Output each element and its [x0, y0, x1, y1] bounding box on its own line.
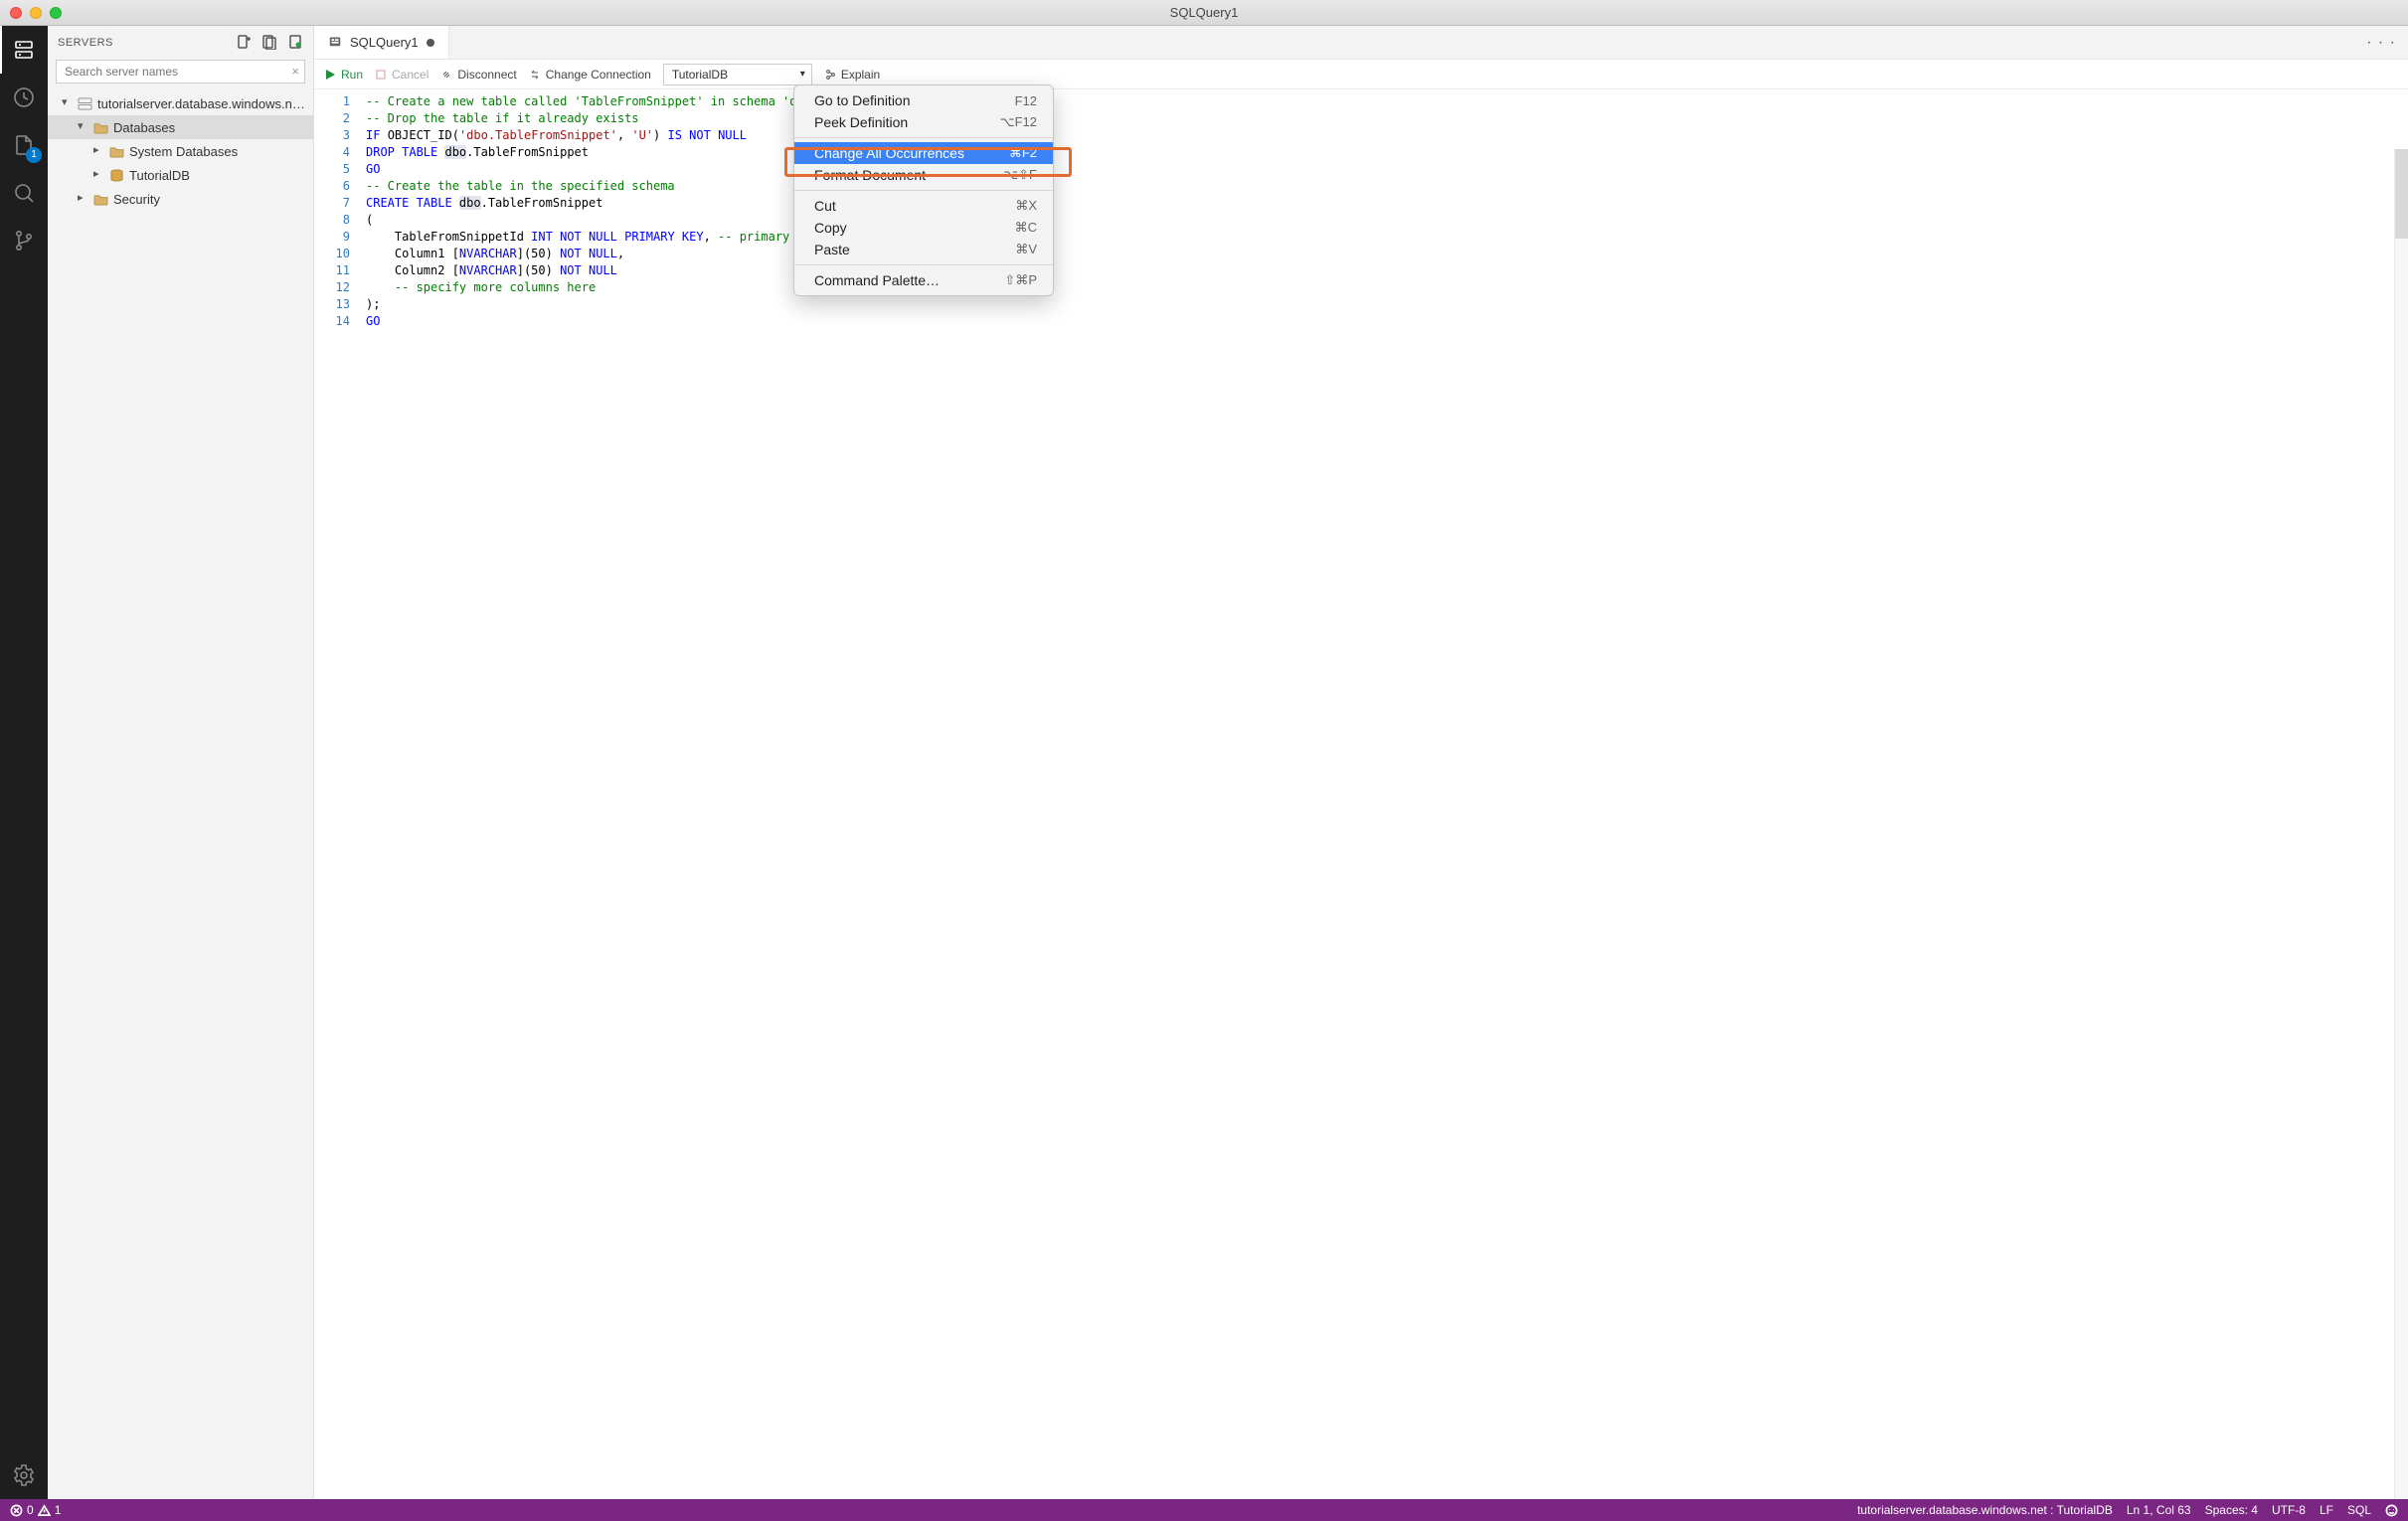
tree-security-node[interactable]: Security — [48, 187, 313, 211]
status-eol[interactable]: LF — [2320, 1503, 2333, 1517]
git-branch-icon — [12, 229, 36, 253]
code-content[interactable]: -- Create a new table called 'TableFromS… — [362, 89, 2408, 1499]
line-gutter: 1 2 3 4 5 6 7 8 9 10 11 12 13 14 — [314, 89, 362, 1499]
search-icon — [12, 181, 36, 205]
minimize-window-button[interactable] — [30, 7, 42, 19]
menu-separator — [794, 137, 1053, 138]
new-server-group-button[interactable] — [261, 34, 277, 53]
status-indentation[interactable]: Spaces: 4 — [2205, 1503, 2258, 1517]
stop-icon — [375, 69, 387, 81]
server-search: × — [56, 60, 305, 84]
menu-cut[interactable]: Cut⌘X — [794, 195, 1053, 217]
folder-icon — [108, 144, 124, 158]
disconnect-button[interactable]: Disconnect — [440, 68, 516, 82]
status-cursor-position[interactable]: Ln 1, Col 63 — [2127, 1503, 2191, 1517]
status-problems[interactable]: 0 1 — [10, 1503, 61, 1517]
scroll-thumb[interactable] — [2395, 149, 2408, 239]
activity-source-control-button[interactable] — [0, 217, 48, 264]
status-language[interactable]: SQL — [2347, 1503, 2371, 1517]
cancel-button: Cancel — [375, 68, 429, 82]
tab-label: SQLQuery1 — [350, 35, 419, 50]
tree-label: Databases — [113, 120, 175, 135]
tree-system-databases-node[interactable]: System Databases — [48, 139, 313, 163]
code-editor[interactable]: 1 2 3 4 5 6 7 8 9 10 11 12 13 14 -- Crea… — [314, 89, 2408, 1499]
server-tree: tutorialserver.database.windows.n… Datab… — [48, 89, 313, 213]
tree-server-node[interactable]: tutorialserver.database.windows.n… — [48, 91, 313, 115]
clock-icon — [12, 85, 36, 109]
title-bar: SQLQuery1 — [0, 0, 2408, 26]
caret-down-icon: ▾ — [800, 69, 805, 80]
editor-overflow-button[interactable]: · · · — [2354, 26, 2408, 59]
tree-label: tutorialserver.database.windows.n… — [97, 96, 305, 111]
activity-bar: 1 — [0, 26, 48, 1499]
window-title: SQLQuery1 — [0, 5, 2408, 20]
server-search-input[interactable] — [56, 60, 305, 84]
tree-label: TutorialDB — [129, 168, 190, 183]
tab-bar: SQLQuery1 · · · — [314, 26, 2408, 60]
run-button[interactable]: Run — [324, 68, 363, 82]
database-select[interactable]: TutorialDB ▾ — [663, 64, 812, 85]
editor-scrollbar[interactable] — [2394, 149, 2408, 1499]
activity-settings-button[interactable] — [0, 1451, 48, 1499]
server-icon — [12, 38, 36, 62]
change-connection-button[interactable]: Change Connection — [529, 68, 651, 82]
explain-icon — [824, 69, 836, 81]
tree-label: System Databases — [129, 144, 238, 159]
menu-command-palette[interactable]: Command Palette…⇧⌘P — [794, 269, 1053, 291]
warning-icon — [38, 1504, 51, 1517]
tab-dirty-indicator — [427, 39, 434, 47]
menu-format-document[interactable]: Format Document⌥⇧F — [794, 164, 1053, 186]
menu-separator — [794, 264, 1053, 265]
editor-context-menu: Go to DefinitionF12 Peek Definition⌥F12 … — [793, 84, 1054, 296]
servers-sidebar: SERVERS × tutorialserver.database.window… — [48, 26, 314, 1499]
menu-copy[interactable]: Copy⌘C — [794, 217, 1053, 239]
database-select-value: TutorialDB — [672, 68, 728, 82]
folder-icon — [92, 120, 108, 134]
tree-label: Security — [113, 192, 160, 207]
show-connections-button[interactable] — [287, 34, 303, 53]
tree-databases-node[interactable]: Databases — [48, 115, 313, 139]
menu-go-to-definition[interactable]: Go to DefinitionF12 — [794, 89, 1053, 111]
play-icon — [324, 69, 336, 81]
disconnect-icon — [440, 69, 452, 81]
sidebar-title: SERVERS — [58, 37, 113, 49]
activity-task-history-button[interactable] — [0, 74, 48, 121]
menu-separator — [794, 190, 1053, 191]
zoom-window-button[interactable] — [50, 7, 62, 19]
editor-tab-sqlquery1[interactable]: SQLQuery1 — [314, 26, 449, 59]
activity-explorer-button[interactable]: 1 — [0, 121, 48, 169]
error-icon — [10, 1504, 23, 1517]
smiley-icon — [2385, 1504, 2398, 1517]
status-feedback-button[interactable] — [2385, 1504, 2398, 1517]
query-toolbar: Run Cancel Disconnect Change Connection … — [314, 60, 2408, 89]
status-encoding[interactable]: UTF-8 — [2272, 1503, 2306, 1517]
explain-button[interactable]: Explain — [824, 68, 880, 82]
editor-area: SQLQuery1 · · · Run Cancel Disconnect C — [314, 26, 2408, 1499]
menu-paste[interactable]: Paste⌘V — [794, 239, 1053, 260]
server-icon — [77, 96, 92, 110]
status-connection[interactable]: tutorialserver.database.windows.net : Tu… — [1857, 1503, 2113, 1517]
status-bar: 0 1 tutorialserver.database.windows.net … — [0, 1499, 2408, 1521]
change-connection-icon — [529, 69, 541, 81]
gear-icon — [12, 1463, 36, 1487]
clear-search-button[interactable]: × — [291, 64, 299, 79]
menu-change-all-occurrences[interactable]: Change All Occurrences⌘F2 — [794, 142, 1053, 164]
close-window-button[interactable] — [10, 7, 22, 19]
new-connection-button[interactable] — [236, 34, 252, 53]
explorer-badge: 1 — [26, 147, 42, 163]
folder-icon — [92, 192, 108, 206]
file-icon — [328, 34, 342, 51]
tree-tutorialdb-node[interactable]: TutorialDB — [48, 163, 313, 187]
activity-servers-button[interactable] — [0, 26, 48, 74]
database-icon — [108, 168, 124, 182]
menu-peek-definition[interactable]: Peek Definition⌥F12 — [794, 111, 1053, 133]
activity-search-button[interactable] — [0, 169, 48, 217]
